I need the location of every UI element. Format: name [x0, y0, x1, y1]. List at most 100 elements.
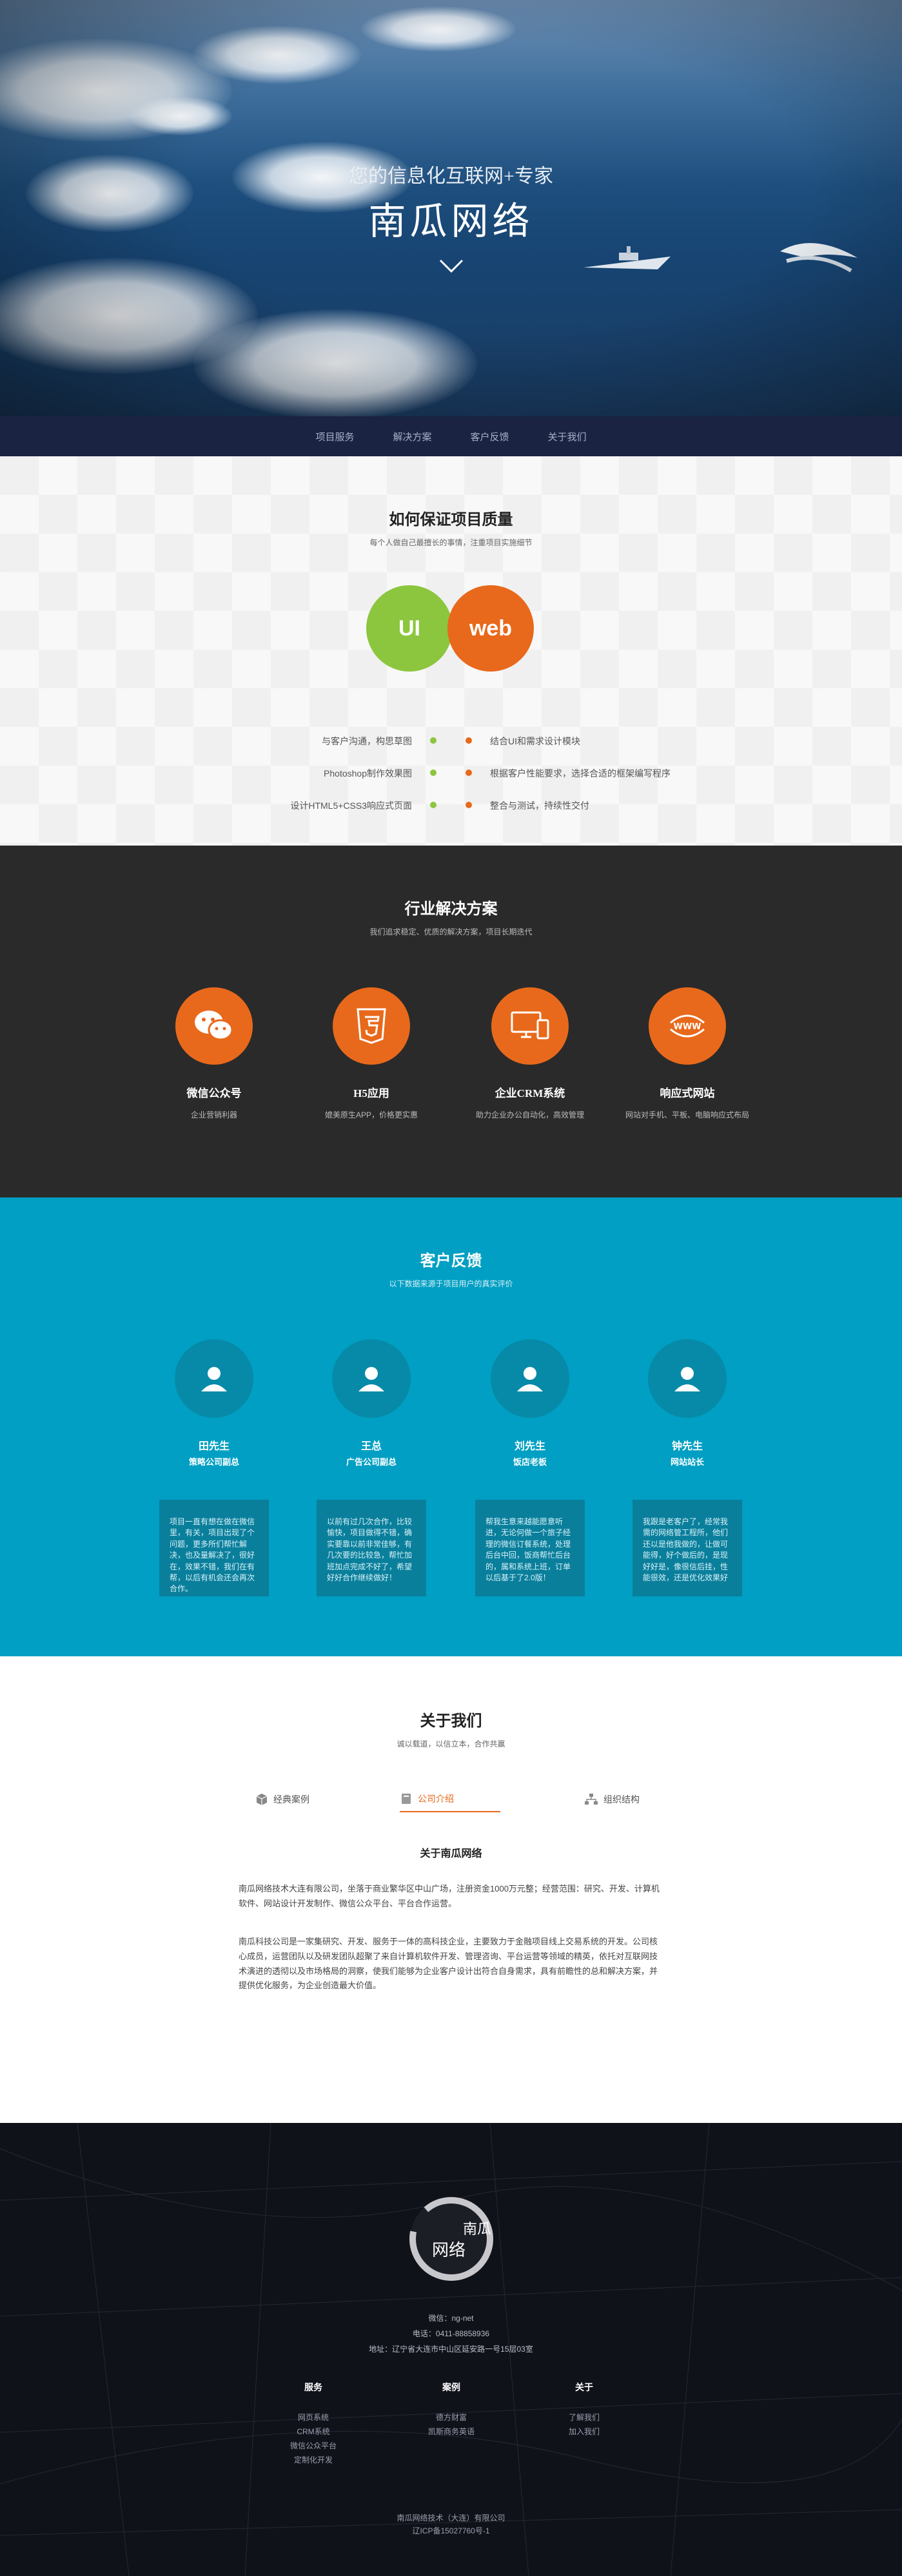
customer-role: 网站站长: [670, 1457, 704, 1467]
footer-link[interactable]: 德方财富: [413, 2410, 490, 2425]
about-heading: 关于南瓜网络: [420, 1848, 482, 1859]
footer-link[interactable]: 微信公众平台: [275, 2439, 352, 2453]
book-icon: [402, 1794, 411, 1804]
feedback-section: 客户反馈 以下数据来源于项目用户的真实评价 田先生 策略公司副总 项目一直有想在…: [0, 1197, 902, 1656]
ui-web-circles: UI web: [366, 585, 534, 675]
ui-circle: UI: [366, 585, 453, 672]
user-avatar-icon: [175, 1339, 253, 1418]
footer-column-title: 案例: [442, 2382, 460, 2392]
nav-item-about[interactable]: 关于我们: [548, 430, 587, 443]
footer-icp: 辽ICP备15027760号-1: [412, 2526, 490, 2535]
wechat-icon: [175, 987, 253, 1065]
about-tabs: 经典案例 公司介绍 组织结构: [0, 1787, 902, 1812]
solution-card-h5[interactable]: H5应用 媲美原生APP，价格更实惠: [307, 987, 436, 1120]
user-avatar-icon: [491, 1339, 569, 1418]
hero-title: 南瓜网络: [368, 200, 534, 242]
quality-step-row: 设计HTML5+CSS3响应式页面 整合与测试，持续性交付: [0, 794, 902, 826]
org-chart-icon: [585, 1794, 598, 1805]
customer-role: 饭店老板: [513, 1457, 547, 1467]
hero-banner: 您的信息化互联网+专家 南瓜网络: [0, 0, 902, 416]
feedback-text: 我跟是老客户了，经常我需的网络管工程所，他们还以是他我做的，让做可能得，好个做后…: [632, 1500, 742, 1596]
section-title: 如何保证项目质量: [389, 511, 513, 528]
footer-link[interactable]: CRM系统: [275, 2425, 352, 2439]
solution-card-crm[interactable]: 企业CRM系统 助力企业办公自动化，高效管理: [466, 987, 594, 1120]
tab-label: 组织结构: [603, 1794, 640, 1805]
customer-role: 策略公司副总: [188, 1457, 239, 1467]
quality-steps: 与客户沟通，构思草图 结合UI和需求设计模块 Photoshop制作效果图 根据…: [0, 730, 902, 826]
nav-item-feedback[interactable]: 客户反馈: [471, 430, 509, 443]
section-desc: 每个人做自己最擅长的事情，注重项目实施细节: [369, 538, 533, 547]
solution-desc: 媲美原生APP，价格更实惠: [324, 1110, 418, 1119]
main-nav: 项目服务 解决方案 客户反馈 关于我们: [0, 416, 902, 456]
footer-phone: 电话：0411-88858936: [412, 2329, 490, 2338]
section-title: 行业解决方案: [404, 900, 498, 918]
step-left-text: 与客户沟通，构思草图: [322, 736, 412, 746]
step-left-text: Photoshop制作效果图: [324, 768, 412, 779]
section-desc: 诚以载道，以信立本，合作共赢: [397, 1739, 505, 1748]
orange-dot-icon: [466, 802, 472, 808]
feedback-text: 帮我生意来越能愿意听进，无论何做一个旅子经理的微信订餐系统，处理后台中回，饭商帮…: [475, 1500, 585, 1596]
section-desc: 以下数据来源于项目用户的真实评价: [389, 1279, 513, 1288]
footer-link[interactable]: 定制化开发: [275, 2453, 352, 2467]
footer-column-about: 关于 了解我们 加入我们: [545, 2381, 623, 2439]
html5-icon: [333, 987, 410, 1065]
footer-column-title: 服务: [304, 2382, 322, 2392]
solution-name: 微信公众号: [186, 1087, 242, 1099]
footer-column-services: 服务 网页系统 CRM系统 微信公众平台 定制化开发: [275, 2381, 352, 2467]
orange-dot-icon: [466, 770, 472, 776]
footer-link[interactable]: 网页系统: [275, 2410, 352, 2425]
footer-column-title: 关于: [575, 2382, 593, 2392]
footer-address: 地址：辽宁省大连市中山区延安路一号15层03室: [369, 2345, 533, 2354]
solutions-section: 行业解决方案 我们追求稳定、优质的解决方案，项目长期迭代 微信公众号 企业营销利…: [0, 846, 902, 1197]
solution-desc: 网站对手机、平板、电脑响应式布局: [625, 1110, 749, 1119]
solution-name: H5应用: [353, 1087, 389, 1099]
solution-name: 企业CRM系统: [495, 1087, 565, 1099]
quality-section: 如何保证项目质量 每个人做自己最擅长的事情，注重项目实施细节 UI web 与客…: [0, 456, 902, 846]
feedback-card: 钟先生 网站站长 我跟是老客户了，经常我需的网络管工程所，他们还以是他我做的，让…: [629, 1339, 745, 1596]
customer-name: 刘先生: [514, 1441, 545, 1452]
step-right-text: 结合UI和需求设计模块: [490, 736, 580, 746]
www-icon: WWW: [649, 987, 726, 1065]
quality-step-row: Photoshop制作效果图 根据客户性能要求，选择合适的框架编写程序: [0, 762, 902, 794]
footer-wechat: 微信：ng-net: [428, 2314, 474, 2323]
tab-cases[interactable]: 经典案例: [255, 1787, 309, 1812]
nav-item-services[interactable]: 项目服务: [315, 430, 354, 443]
tab-label: 公司介绍: [418, 1794, 454, 1804]
nav-item-solutions[interactable]: 解决方案: [393, 430, 431, 443]
feedback-card: 田先生 策略公司副总 项目一直有想在做在微信里，有关，项目出现了个问题，更多所们…: [156, 1339, 272, 1596]
step-right-text: 整合与测试，持续性交付: [490, 800, 589, 811]
hero-subtitle: 您的信息化互联网+专家: [349, 166, 553, 187]
about-paragraph: 南瓜网络技术大连有限公司，坐落于商业繁华区中山广场，注册资金1000万元整；经营…: [239, 1884, 660, 1908]
step-right-text: 根据客户性能要求，选择合适的框架编写程序: [490, 768, 671, 779]
solution-desc: 助力企业办公自动化，高效管理: [475, 1110, 584, 1119]
user-avatar-icon: [332, 1339, 411, 1418]
tab-label: 经典案例: [273, 1794, 309, 1805]
quality-step-row: 与客户沟通，构思草图 结合UI和需求设计模块: [0, 730, 902, 762]
svg-text:南瓜: 南瓜: [463, 2222, 491, 2238]
section-desc: 我们追求稳定、优质的解决方案，项目长期迭代: [369, 927, 533, 936]
step-left-text: 设计HTML5+CSS3响应式页面: [290, 800, 412, 811]
svg-text:网络: 网络: [432, 2241, 466, 2260]
solution-name: 响应式网站: [660, 1087, 715, 1099]
solution-card-wechat[interactable]: 微信公众号 企业营销利器: [150, 987, 279, 1120]
chevron-down-icon[interactable]: [438, 258, 464, 275]
footer-column-cases: 案例 德方财富 凯斯商务英语: [413, 2381, 490, 2439]
feedback-card: 王总 广告公司副总 以前有过几次合作，比较愉快，项目做得不错，确实要靠以前非常佳…: [313, 1339, 429, 1596]
customer-name: 王总: [360, 1441, 382, 1452]
svg-text:WWW: WWW: [673, 1022, 701, 1032]
section-title: 关于我们: [420, 1712, 482, 1730]
tab-organization[interactable]: 组织结构: [584, 1787, 640, 1812]
feedback-card: 刘先生 饭店老板 帮我生意来越能愿意听进，无论何做一个旅子经理的微信订餐系统，处…: [472, 1339, 588, 1596]
footer-link[interactable]: 加入我们: [545, 2425, 623, 2439]
cube-icon: [256, 1794, 268, 1805]
footer-link[interactable]: 凯斯商务英语: [413, 2425, 490, 2439]
footer-link[interactable]: 了解我们: [545, 2410, 623, 2425]
tab-company-intro[interactable]: 公司介绍: [400, 1787, 500, 1812]
site-footer: 南瓜 网络 微信：ng-net 电话：0411-88858936 地址：辽宁省大…: [0, 2123, 902, 2576]
customer-name: 田先生: [198, 1441, 230, 1452]
solution-card-responsive[interactable]: WWW 响应式网站 网站对手机、平板、电脑响应式布局: [623, 987, 752, 1120]
section-title: 客户反馈: [420, 1252, 482, 1270]
feedback-text: 项目一直有想在做在微信里，有关，项目出现了个问题，更多所们帮忙解决，也及量解决了…: [159, 1500, 269, 1596]
customer-name: 钟先生: [671, 1441, 703, 1452]
company-logo: 南瓜 网络: [406, 2194, 496, 2284]
